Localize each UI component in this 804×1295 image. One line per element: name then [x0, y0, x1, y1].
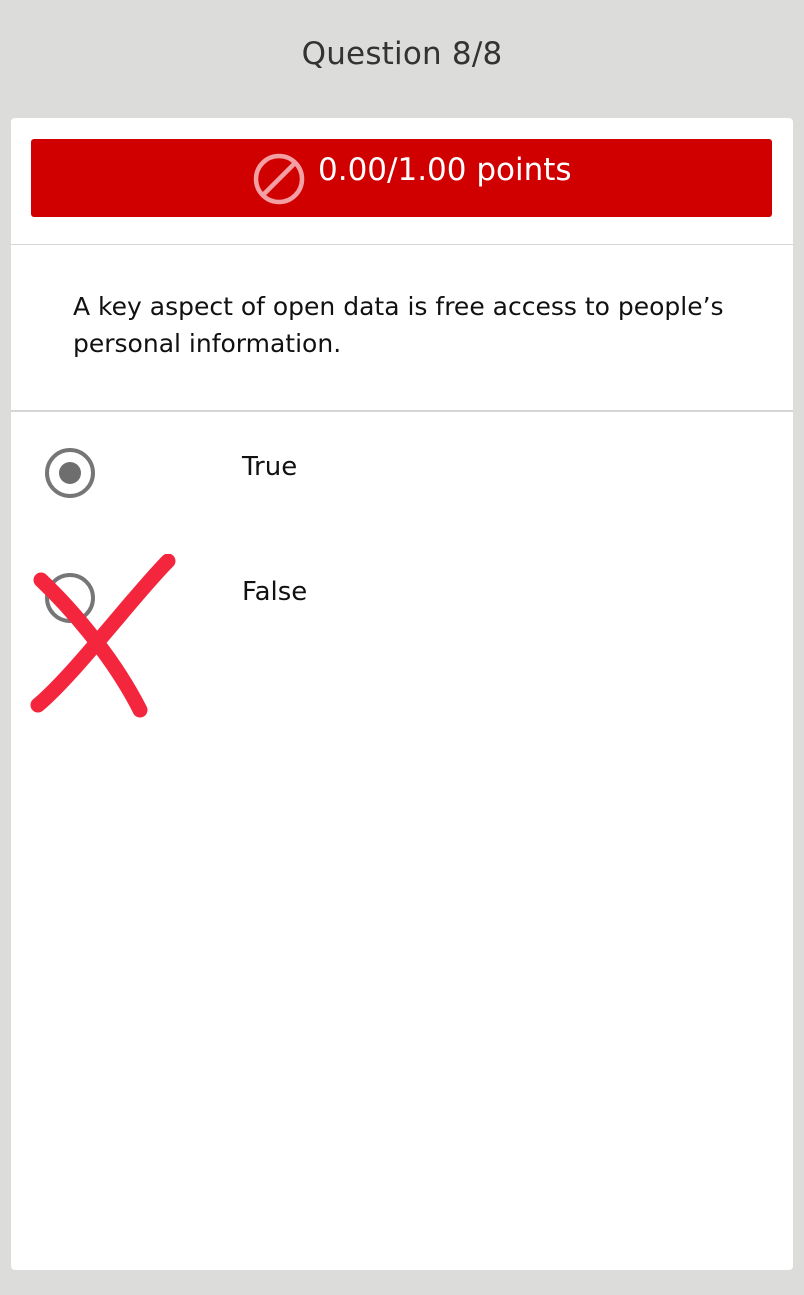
- radio-selected-dot: [59, 462, 81, 484]
- option-false[interactable]: False: [11, 570, 793, 640]
- score-banner: 0.00/1.00 points: [31, 139, 772, 217]
- divider: [11, 410, 793, 412]
- option-label-true: True: [242, 452, 298, 482]
- question-text: A key aspect of open data is free access…: [73, 292, 724, 358]
- radio-button-unselected[interactable]: [45, 573, 95, 623]
- radio-button-selected[interactable]: [45, 448, 95, 498]
- option-label-false: False: [242, 577, 308, 607]
- option-true[interactable]: True: [11, 445, 793, 515]
- score-text: 0.00/1.00 points: [318, 152, 572, 188]
- no-entry-icon: [253, 153, 305, 205]
- question-card: 0.00/1.00 points A key aspect of open da…: [11, 118, 793, 1270]
- divider: [11, 244, 793, 245]
- question-counter: Question 8/8: [301, 36, 503, 72]
